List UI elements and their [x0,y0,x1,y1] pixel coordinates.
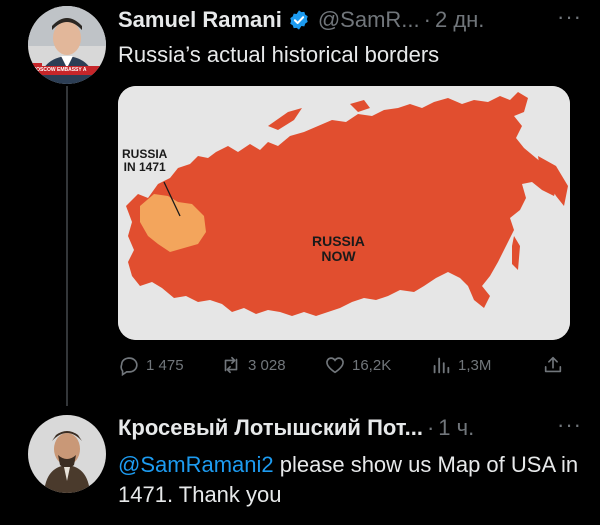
author-handle[interactable]: @SamR... [318,7,420,33]
russia-map-image [118,86,570,340]
repost-button[interactable]: 3 028 [220,354,286,376]
reply-tweet[interactable]: Кросевый Лотышский Пот... · 1 ч. ··· @Sa… [0,400,600,525]
more-options-button[interactable]: ··· [557,412,582,438]
map-label-russia-1471: RUSSIA IN 1471 [122,147,168,175]
reply-timestamp[interactable]: 1 ч. [438,415,474,441]
mention-link[interactable]: @SamRamani2 [118,452,274,477]
avatar-image [28,415,106,493]
tweet-text: Russia’s actual historical borders [118,42,440,67]
map-label-russia-now: RUSSIA NOW [312,233,365,265]
separator-dot: · [423,7,431,32]
repost-count: 3 028 [248,356,286,374]
tweet-header: Samuel Ramani @SamR... · 2 дн. ··· [118,4,590,36]
more-options-button[interactable]: ··· [557,4,582,30]
like-count: 16,2K [352,356,392,374]
separator-dot: · [426,415,435,440]
tweet-media-map[interactable]: RUSSIA IN 1471 RUSSIA NOW [118,86,570,340]
author-name[interactable]: Samuel Ramani [118,7,282,33]
share-icon [544,356,562,373]
like-button[interactable]: 16,2K [324,354,391,376]
repost-icon [224,356,238,374]
reply-icon [120,357,138,376]
avatar[interactable]: MOSCOW EMBASSY A [28,6,106,84]
like-icon [326,357,344,374]
tweet-timestamp[interactable]: 2 дн. [435,7,484,33]
tweet[interactable]: MOSCOW EMBASSY A Samuel Ramani @SamR... … [0,0,600,400]
verified-badge-icon [290,10,308,30]
views-button[interactable]: 1,3M [430,354,491,376]
reply-author-name[interactable]: Кросевый Лотышский Пот... [118,415,423,441]
reply-text: @SamRamani2 please show us Map of USA in… [118,450,580,510]
reply-header: Кросевый Лотышский Пот... · 1 ч. ··· [118,412,590,444]
reply-count: 1 475 [146,356,184,374]
view-count: 1,3M [458,356,492,374]
avatar-banner-text: MOSCOW EMBASSY A [32,67,87,73]
reply-button[interactable]: 1 475 [118,354,184,376]
avatar[interactable] [28,415,106,493]
views-icon [433,357,450,374]
tweet-actions-bar: 1 475 3 028 16,2K 1,3M [118,354,568,382]
share-button[interactable] [542,354,570,376]
